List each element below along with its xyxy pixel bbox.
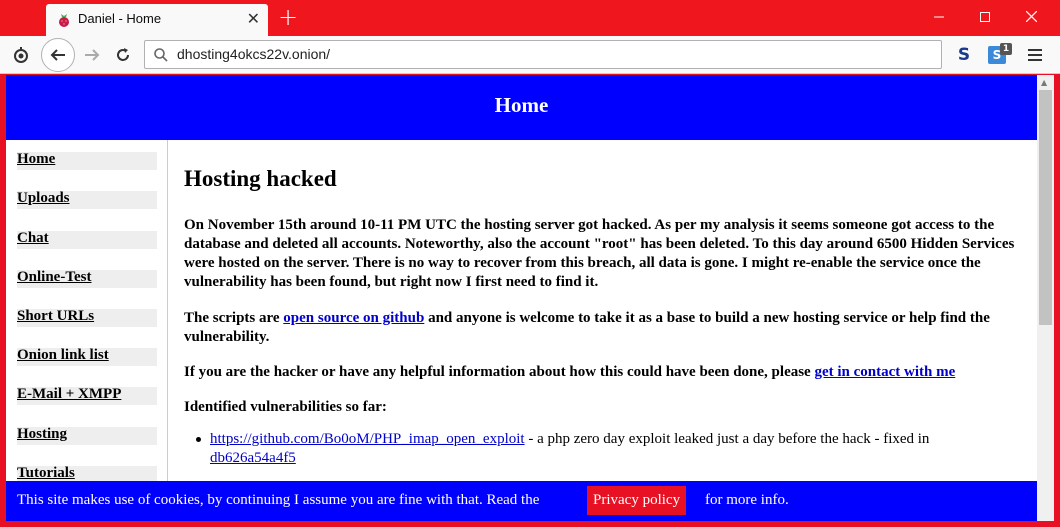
paragraph-contact: If you are the hacker or have any helpfu…	[184, 364, 956, 380]
sidebar-item-home[interactable]: Home	[17, 151, 157, 170]
https-everywhere-icon[interactable]: S	[949, 40, 979, 70]
scrollbar[interactable]: ▲	[1037, 75, 1054, 521]
scroll-up-icon[interactable]: ▲	[1041, 78, 1047, 87]
page-title: Hosting hacked	[184, 166, 337, 191]
cookie-banner: This site makes use of cookies, by conti…	[6, 481, 1037, 521]
forward-button[interactable]	[77, 40, 107, 70]
page-content: Home Home Uploads Chat Online-Test Short…	[6, 75, 1037, 521]
tor-onion-icon[interactable]	[6, 40, 36, 70]
back-button[interactable]	[41, 38, 75, 72]
minimize-icon[interactable]	[916, 0, 962, 36]
browser-tab[interactable]: Daniel - Home ✕	[46, 4, 268, 36]
sidebar-item-uploads[interactable]: Uploads	[17, 190, 157, 209]
sidebar-item-online-test[interactable]: Online-Test	[17, 269, 157, 288]
extension-badge: 1	[1000, 43, 1012, 55]
page-header-title: Home	[494, 93, 549, 117]
scrollbar-thumb[interactable]	[1039, 90, 1052, 325]
close-icon[interactable]	[1008, 0, 1054, 36]
navigation-bar: dhosting4okcs22v.onion/ S S 1	[0, 36, 1060, 74]
noscript-icon[interactable]: S 1	[982, 40, 1012, 70]
sidebar-item-chat[interactable]: Chat	[17, 230, 157, 249]
maximize-icon[interactable]	[962, 0, 1008, 36]
sidebar-item-short-urls[interactable]: Short URLs	[17, 308, 157, 327]
bullet-icon	[196, 437, 201, 442]
search-icon	[154, 48, 168, 62]
vulnerabilities-heading: Identified vulnerabilities so far:	[184, 399, 387, 415]
exploit-link[interactable]: https://github.com/Bo0oM/PHP_imap_open_e…	[210, 431, 525, 447]
window-border	[1054, 75, 1060, 527]
list-item: https://github.com/Bo0oM/PHP_imap_open_e…	[196, 430, 1010, 468]
sidebar-item-email-xmpp[interactable]: E-Mail + XMPP	[17, 386, 157, 405]
tab-title: Daniel - Home	[78, 11, 162, 26]
page-header: Home	[6, 75, 1037, 140]
commit-link[interactable]: db626a54a4f5	[210, 450, 296, 466]
paragraph-hack-description: On November 15th around 10-11 PM UTC the…	[184, 217, 1015, 290]
window-border-bottom	[0, 521, 1060, 527]
github-link[interactable]: open source on github	[283, 310, 424, 326]
url-text: dhosting4okcs22v.onion/	[177, 46, 331, 62]
contact-link[interactable]: get in contact with me	[814, 364, 955, 380]
back-arrow-icon	[50, 49, 65, 61]
cookie-text-suffix: for more info.	[705, 492, 789, 508]
menu-icon[interactable]	[1020, 40, 1050, 70]
title-bar: Daniel - Home ✕ +	[0, 0, 1060, 36]
raspberry-icon	[59, 14, 69, 27]
reload-button[interactable]	[108, 40, 138, 70]
forward-arrow-icon	[85, 49, 100, 61]
tab-close-icon[interactable]: ✕	[247, 10, 260, 28]
cookie-text: This site makes use of cookies, by conti…	[17, 492, 540, 508]
reload-icon	[117, 48, 129, 61]
sidebar-item-hosting[interactable]: Hosting	[17, 426, 157, 445]
url-bar[interactable]: dhosting4okcs22v.onion/	[144, 40, 942, 69]
new-tab-icon[interactable]: +	[276, 4, 300, 30]
privacy-policy-button[interactable]: Privacy policy	[587, 486, 687, 515]
sidebar-item-onion-link-list[interactable]: Onion link list	[17, 347, 157, 366]
paragraph-open-source: The scripts are open source on github an…	[184, 310, 990, 345]
sidebar: Home Uploads Chat Online-Test Short URLs…	[6, 140, 168, 521]
